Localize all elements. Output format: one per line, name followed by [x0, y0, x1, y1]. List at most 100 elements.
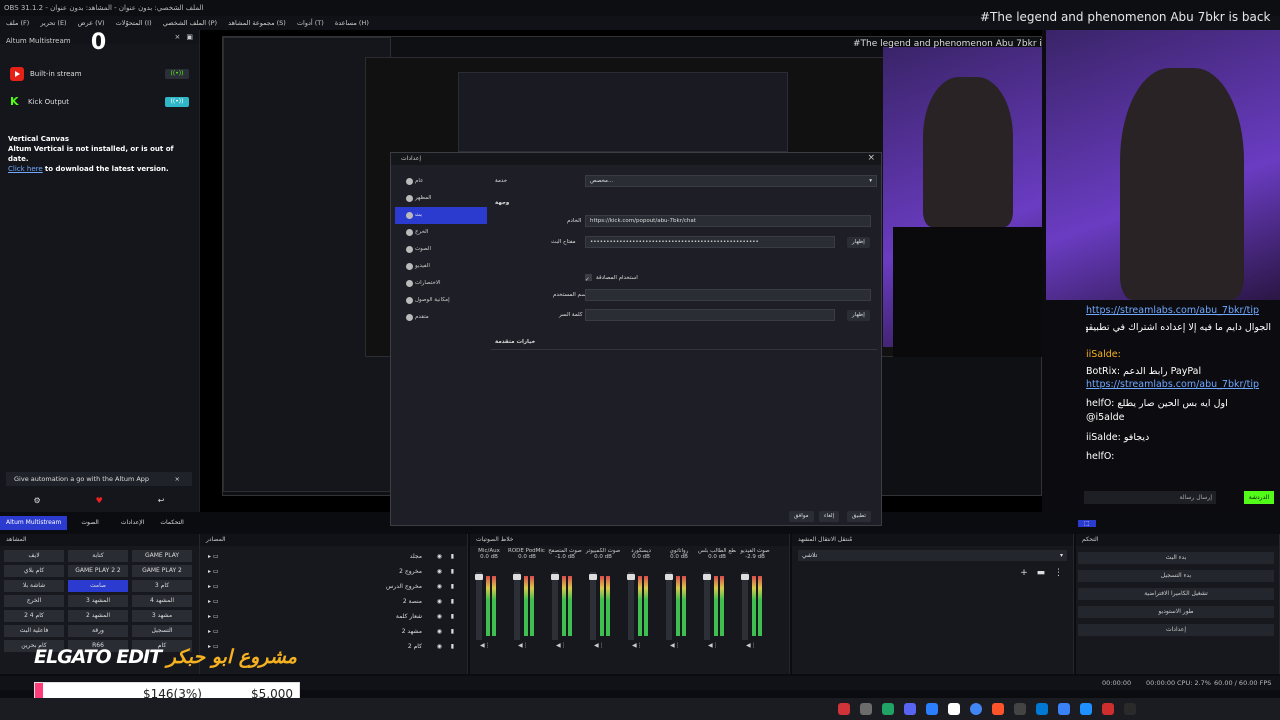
scene-button[interactable]: كتابة: [68, 550, 128, 562]
scene-button[interactable]: 3 كام: [132, 580, 192, 592]
chat-send-input[interactable]: إرسال رسالة: [1084, 491, 1216, 504]
output-toggle[interactable]: ((•)): [165, 69, 189, 79]
volume-fader[interactable]: [665, 572, 673, 640]
menu-edit[interactable]: تحرير (E): [40, 19, 66, 27]
trash-icon[interactable]: ▬: [1037, 568, 1046, 578]
lock-icon[interactable]: ▮: [451, 566, 454, 578]
volume-fader[interactable]: [589, 572, 597, 640]
scene-button[interactable]: ورقة: [68, 625, 128, 637]
eye-icon[interactable]: ◉: [437, 566, 442, 578]
app-icon[interactable]: [860, 703, 872, 715]
lock-icon[interactable]: ▮: [451, 641, 454, 653]
virtual-camera-button[interactable]: تشغيل الكاميرا الافتراضية: [1078, 588, 1274, 600]
speaker-icon[interactable]: ◀⋮: [746, 642, 757, 649]
scene-button[interactable]: 3 مشهد: [132, 610, 192, 622]
app-icon[interactable]: [904, 703, 916, 715]
menu-scene-collection[interactable]: مجموعة المشاهد (S): [228, 19, 286, 27]
sidebar-item-output[interactable]: الخرج: [395, 224, 487, 241]
tab-altum-multistream[interactable]: Altum Multistream: [0, 516, 68, 530]
float-icon[interactable]: ▣: [186, 30, 193, 44]
scene-button[interactable]: صامت: [68, 580, 128, 592]
tab-controls[interactable]: التحكمات: [152, 516, 191, 530]
speaker-icon[interactable]: ◀⋮: [556, 642, 567, 649]
volume-fader[interactable]: [513, 572, 521, 640]
app-icon[interactable]: [1014, 703, 1026, 715]
cancel-button[interactable]: إلغاء: [819, 511, 840, 522]
username-input[interactable]: [585, 289, 871, 301]
close-icon[interactable]: ×: [175, 472, 180, 486]
sidebar-item-video[interactable]: الفيديو: [395, 258, 487, 275]
close-icon[interactable]: ×: [175, 30, 181, 44]
sidebar-item-audio[interactable]: الصوت: [395, 241, 487, 258]
menu-help[interactable]: مساعدة (H): [335, 19, 369, 27]
add-icon[interactable]: +: [1020, 568, 1028, 578]
chat-button[interactable]: الدردشة: [1244, 491, 1274, 504]
app-icon[interactable]: [882, 703, 894, 715]
sidebar-item-accessibility[interactable]: إمكانية الوصول: [395, 292, 487, 309]
volume-fader[interactable]: [627, 572, 635, 640]
menu-icon[interactable]: ⋮: [1054, 568, 1063, 578]
app-icon[interactable]: [838, 703, 850, 715]
settings-icon[interactable]: ⚙: [33, 496, 40, 510]
menu-transitions[interactable]: المتحوّلات (I): [116, 19, 152, 27]
transition-select[interactable]: تلاشي ▾: [798, 550, 1067, 561]
eye-icon[interactable]: ◉: [437, 626, 442, 638]
close-icon[interactable]: ×: [867, 153, 875, 163]
speaker-icon[interactable]: ◀⋮: [632, 642, 643, 649]
start-recording-button[interactable]: بدء التسجيل: [1078, 570, 1274, 582]
volume-fader[interactable]: [551, 572, 559, 640]
sidebar-item-advanced[interactable]: متقدم: [395, 309, 487, 326]
speaker-icon[interactable]: ◀⋮: [594, 642, 605, 649]
eye-icon[interactable]: ◉: [437, 551, 442, 563]
speaker-icon[interactable]: ◀⋮: [518, 642, 529, 649]
lock-icon[interactable]: ▮: [451, 551, 454, 563]
app-icon[interactable]: [948, 703, 960, 715]
scene-button[interactable]: الخرج: [4, 595, 64, 607]
tab-active[interactable]: ⬚: [1078, 520, 1096, 527]
scene-button[interactable]: لايف: [4, 550, 64, 562]
app-icon[interactable]: [1080, 703, 1092, 715]
service-select[interactable]: مخصص... ▾: [585, 175, 877, 187]
app-icon[interactable]: [1036, 703, 1048, 715]
app-icon[interactable]: [1124, 703, 1136, 715]
source-item[interactable]: ▸ ▭ شعار كلمة ◉ ▮: [206, 611, 462, 623]
sidebar-item-stream[interactable]: بث: [395, 207, 487, 224]
source-item[interactable]: ▸ ▭ مخروج 2 ◉ ▮: [206, 566, 462, 578]
source-item[interactable]: ▸ ▭ منصة 2 ◉ ▮: [206, 596, 462, 608]
server-input[interactable]: https://kick.com/popout/abu-7bkr/chat: [585, 215, 871, 227]
app-icon[interactable]: [1058, 703, 1070, 715]
heart-icon[interactable]: ♥: [96, 496, 103, 510]
ok-button[interactable]: موافق: [789, 511, 814, 522]
settings-button[interactable]: إعدادات: [1078, 624, 1274, 636]
scene-button[interactable]: التسجيل: [132, 625, 192, 637]
use-auth-checkbox[interactable]: ✓ استخدام المصادقة: [585, 272, 638, 284]
app-icon[interactable]: [926, 703, 938, 715]
show-password-button[interactable]: إظهار: [847, 310, 870, 321]
output-builtin-stream[interactable]: Built-in stream ((•)): [0, 60, 199, 88]
menu-tools[interactable]: أدوات (T): [297, 19, 324, 27]
lock-icon[interactable]: ▮: [451, 596, 454, 608]
password-input[interactable]: [585, 309, 835, 321]
menu-file[interactable]: ملف (F): [6, 19, 29, 27]
source-item[interactable]: ▸ ▭ مخروج الدرس ◉ ▮: [206, 581, 462, 593]
output-kick[interactable]: K Kick Output ((•)): [0, 88, 199, 116]
studio-mode-button[interactable]: طور الاستوديو: [1078, 606, 1274, 618]
scene-button[interactable]: 3 المشهد: [68, 595, 128, 607]
download-link[interactable]: Click here: [8, 165, 43, 173]
scene-button[interactable]: فاعلية البث: [4, 625, 64, 637]
scene-button[interactable]: 4 المشهد: [132, 595, 192, 607]
sidebar-item-hotkeys[interactable]: الاختصارات: [395, 275, 487, 292]
share-icon[interactable]: ↩: [158, 496, 165, 510]
sidebar-item-general[interactable]: عام: [395, 173, 487, 190]
apply-button[interactable]: تطبيق: [847, 511, 871, 522]
start-streaming-button[interactable]: بدء البث: [1078, 552, 1274, 564]
app-icon[interactable]: [1102, 703, 1114, 715]
source-item[interactable]: ▸ ▭ مشهد 2 ◉ ▮: [206, 626, 462, 638]
output-toggle[interactable]: ((•)): [165, 97, 189, 107]
tab-audio[interactable]: الصوت: [67, 516, 112, 530]
eye-icon[interactable]: ◉: [437, 596, 442, 608]
scene-button[interactable]: 2 4 كام: [4, 610, 64, 622]
volume-fader[interactable]: [703, 572, 711, 640]
speaker-icon[interactable]: ◀⋮: [708, 642, 719, 649]
speaker-icon[interactable]: ◀⋮: [480, 642, 491, 649]
